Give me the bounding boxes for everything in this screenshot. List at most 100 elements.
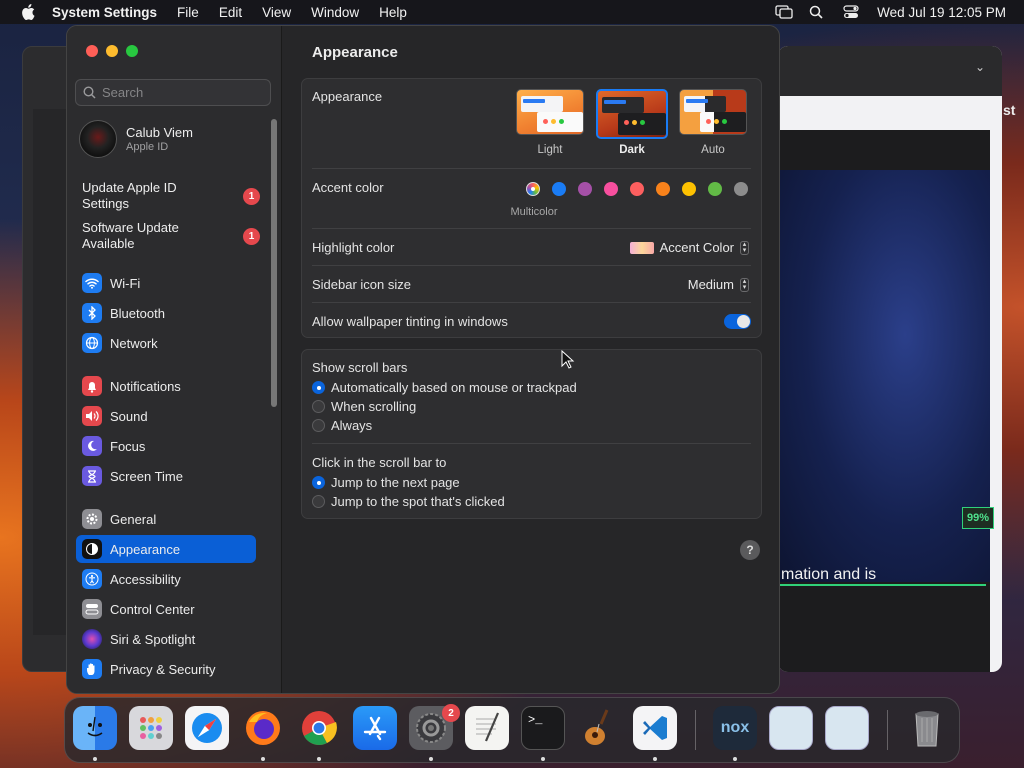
wallpaper-tinting-toggle[interactable] <box>724 314 751 329</box>
nox-icon[interactable]: nox <box>713 706 757 750</box>
sidebar-item-label: Notifications <box>110 378 181 394</box>
running-indicator <box>261 757 265 761</box>
jump-next-page-radio[interactable] <box>312 476 325 489</box>
appearance-icon <box>82 539 102 559</box>
appearance-auto-label: Auto <box>701 144 725 156</box>
scroll-always-radio[interactable] <box>312 419 325 432</box>
sidebar-scrollbar[interactable] <box>271 119 277 407</box>
sidebar-item-label: Appearance <box>110 541 181 557</box>
running-indicator <box>93 757 97 761</box>
jump-next-page-label: Jump to the next page <box>331 475 460 490</box>
appearance-light-label: Light <box>537 144 563 156</box>
sidebar-item-screen-time[interactable]: Screen Time <box>76 462 256 490</box>
accent-pink-swatch[interactable] <box>604 182 618 196</box>
background-partial-text: mation and is <box>781 566 877 583</box>
scroll-when-scrolling-label: When scrolling <box>331 399 417 414</box>
menu-help[interactable]: Help <box>379 5 407 20</box>
clock[interactable]: Wed Jul 19 12:05 PM <box>877 5 1006 20</box>
divider <box>312 265 751 266</box>
menu-file[interactable]: File <box>177 5 199 20</box>
accent-orange-swatch[interactable] <box>656 182 670 196</box>
terminal-icon[interactable]: >_ <box>521 706 565 750</box>
sidebar-item-sound[interactable]: Sound <box>76 402 256 430</box>
safari-icon[interactable] <box>185 706 229 750</box>
appearance-dark-option[interactable] <box>596 89 668 139</box>
appearance-auto-option[interactable] <box>679 89 747 135</box>
sidebar-item-accessibility[interactable]: Accessibility <box>76 565 256 593</box>
sidebar-item-privacy-security[interactable]: Privacy & Security <box>76 655 256 683</box>
show-scroll-bars-label: Show scroll bars <box>312 360 408 375</box>
sidebar-item-label: Sound <box>110 408 148 424</box>
sidebar-item-general[interactable]: General <box>76 505 256 533</box>
sidebar-item-label: Control Center <box>110 601 195 617</box>
sidebar-item-wifi[interactable]: Wi-Fi <box>76 269 256 297</box>
highlight-color-value: Accent Color <box>659 240 734 255</box>
bluetooth-icon <box>82 303 102 323</box>
spotlight-search-icon[interactable] <box>809 5 827 19</box>
jump-spot-clicked-radio[interactable] <box>312 495 325 508</box>
accent-blue-swatch[interactable] <box>552 182 566 196</box>
notice-badge: 1 <box>243 227 260 245</box>
finder-icon[interactable] <box>73 706 117 750</box>
apple-menu-icon[interactable] <box>18 0 38 24</box>
help-button[interactable]: ? <box>740 540 760 560</box>
menu-bar: System Settings File Edit View Window He… <box>0 0 1024 24</box>
textedit-icon[interactable] <box>465 706 509 750</box>
scroll-auto-label: Automatically based on mouse or trackpad <box>331 380 577 395</box>
sidebar-icon-size-popup[interactable]: Medium ▴ ▾ <box>688 277 749 292</box>
minimize-button[interactable] <box>106 45 118 57</box>
search-field[interactable] <box>75 79 271 106</box>
preview-window-icon[interactable] <box>769 706 813 750</box>
scroll-bars-panel: Show scroll bars Automatically based on … <box>301 349 762 519</box>
sidebar-item-siri-spotlight[interactable]: Siri & Spotlight <box>76 625 256 653</box>
garageband-icon[interactable] <box>577 706 621 750</box>
sidebar-item-notifications[interactable]: Notifications <box>76 372 256 400</box>
vscode-icon[interactable] <box>633 706 677 750</box>
profile-subtitle: Apple ID <box>126 141 169 153</box>
sidebar-icon-size-value: Medium <box>687 277 734 292</box>
mouse-cursor-icon <box>561 350 575 369</box>
search-input[interactable] <box>102 85 262 100</box>
sidebar-item-control-center[interactable]: Control Center <box>76 595 256 623</box>
apple-id-profile[interactable]: Calub Viem Apple ID <box>79 120 193 158</box>
app-store-icon[interactable] <box>353 706 397 750</box>
update-apple-id-notice[interactable]: Update Apple ID Settings 1 <box>82 180 260 212</box>
sidebar-item-appearance[interactable]: Appearance <box>76 535 256 563</box>
sidebar-item-network[interactable]: Network <box>76 329 256 357</box>
close-button[interactable] <box>86 45 98 57</box>
screen-mirroring-icon[interactable] <box>775 5 793 19</box>
menu-edit[interactable]: Edit <box>219 5 242 20</box>
globe-icon <box>82 333 102 353</box>
chrome-icon[interactable] <box>297 706 341 750</box>
accent-purple-swatch[interactable] <box>578 182 592 196</box>
menu-app-name[interactable]: System Settings <box>52 5 157 20</box>
firefox-icon[interactable] <box>241 706 285 750</box>
moon-icon <box>82 436 102 456</box>
sidebar-item-focus[interactable]: Focus <box>76 432 256 460</box>
accent-green-swatch[interactable] <box>708 182 722 196</box>
running-indicator <box>317 757 321 761</box>
divider <box>312 228 751 229</box>
accessibility-icon <box>82 569 102 589</box>
preview-window-icon[interactable] <box>825 706 869 750</box>
accent-multicolor-swatch[interactable] <box>526 182 540 196</box>
trash-icon[interactable] <box>905 706 949 750</box>
divider <box>312 168 751 169</box>
hand-icon <box>82 659 102 679</box>
accent-graphite-swatch[interactable] <box>734 182 748 196</box>
software-update-notice[interactable]: Software Update Available 1 <box>82 220 260 252</box>
menu-view[interactable]: View <box>262 5 291 20</box>
appearance-light-option[interactable] <box>516 89 584 135</box>
control-center-icon[interactable] <box>843 5 861 19</box>
scroll-auto-radio[interactable] <box>312 381 325 394</box>
running-indicator <box>429 757 433 761</box>
accent-red-swatch[interactable] <box>630 182 644 196</box>
zoom-button[interactable] <box>126 45 138 57</box>
launchpad-icon[interactable] <box>129 706 173 750</box>
menu-window[interactable]: Window <box>311 5 359 20</box>
highlight-color-popup[interactable]: Accent Color ▴ ▾ <box>629 240 749 255</box>
sidebar-item-bluetooth[interactable]: Bluetooth <box>76 299 256 327</box>
dock-separator <box>887 710 888 750</box>
scroll-when-scrolling-radio[interactable] <box>312 400 325 413</box>
accent-yellow-swatch[interactable] <box>682 182 696 196</box>
